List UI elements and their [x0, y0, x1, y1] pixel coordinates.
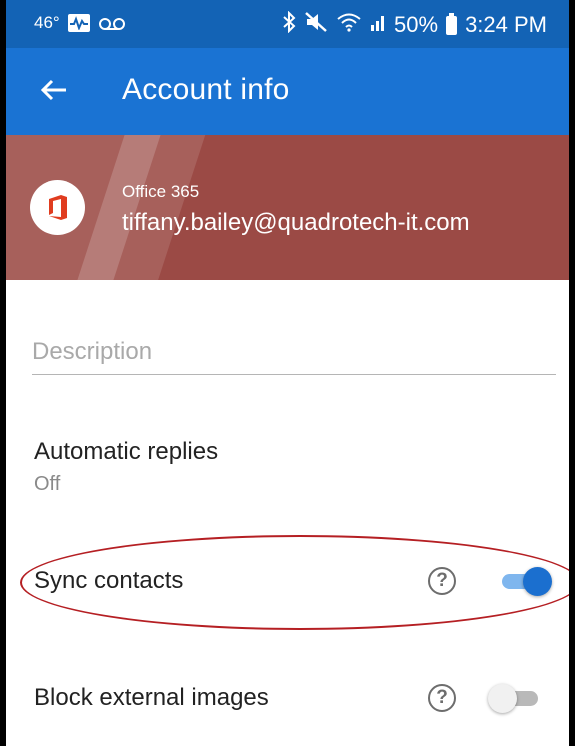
page-title: Account info — [122, 73, 290, 106]
account-type: Office 365 — [122, 182, 200, 201]
wifi-icon — [336, 11, 362, 39]
account-email: tiffany.bailey@quadrotech-it.com — [122, 209, 470, 236]
battery-icon — [446, 12, 458, 35]
signal-icon — [370, 12, 386, 38]
mute-icon — [304, 11, 328, 39]
automatic-replies-label[interactable]: Automatic replies — [34, 438, 218, 466]
battery-percent: 50% — [394, 12, 439, 37]
toggle-thumb — [488, 684, 517, 713]
voicemail-icon — [98, 16, 126, 30]
sync-contacts-help-icon[interactable]: ? — [428, 567, 456, 595]
automatic-replies-status: Off — [34, 473, 61, 495]
status-left: 46° — [34, 13, 126, 33]
block-external-images-help-icon[interactable]: ? — [428, 684, 456, 712]
screen: 46° 50% 3:24 PM Account info Office 365 … — [6, 0, 569, 746]
app-bar: Account info — [6, 48, 569, 135]
block-external-images-toggle[interactable] — [488, 684, 538, 713]
sync-contacts-toggle[interactable] — [502, 567, 552, 596]
clock: 3:24 PM — [465, 12, 547, 37]
sync-contacts-label: Sync contacts — [34, 567, 184, 594]
avatar — [30, 180, 85, 235]
bluetooth-icon — [282, 10, 296, 39]
description-input[interactable] — [32, 330, 556, 375]
toggle-thumb — [523, 567, 552, 596]
health-icon — [67, 14, 90, 32]
office-logo-icon — [48, 195, 67, 220]
status-bar: 46° 50% 3:24 PM — [6, 0, 569, 48]
block-external-images-label: Block external images — [34, 684, 269, 711]
back-button[interactable] — [34, 70, 74, 110]
temperature: 46° — [34, 13, 60, 32]
account-header: Office 365 tiffany.bailey@quadrotech-it.… — [6, 135, 569, 280]
arrow-left-icon — [40, 79, 66, 101]
status-right: 50% 3:24 PM — [282, 10, 547, 39]
